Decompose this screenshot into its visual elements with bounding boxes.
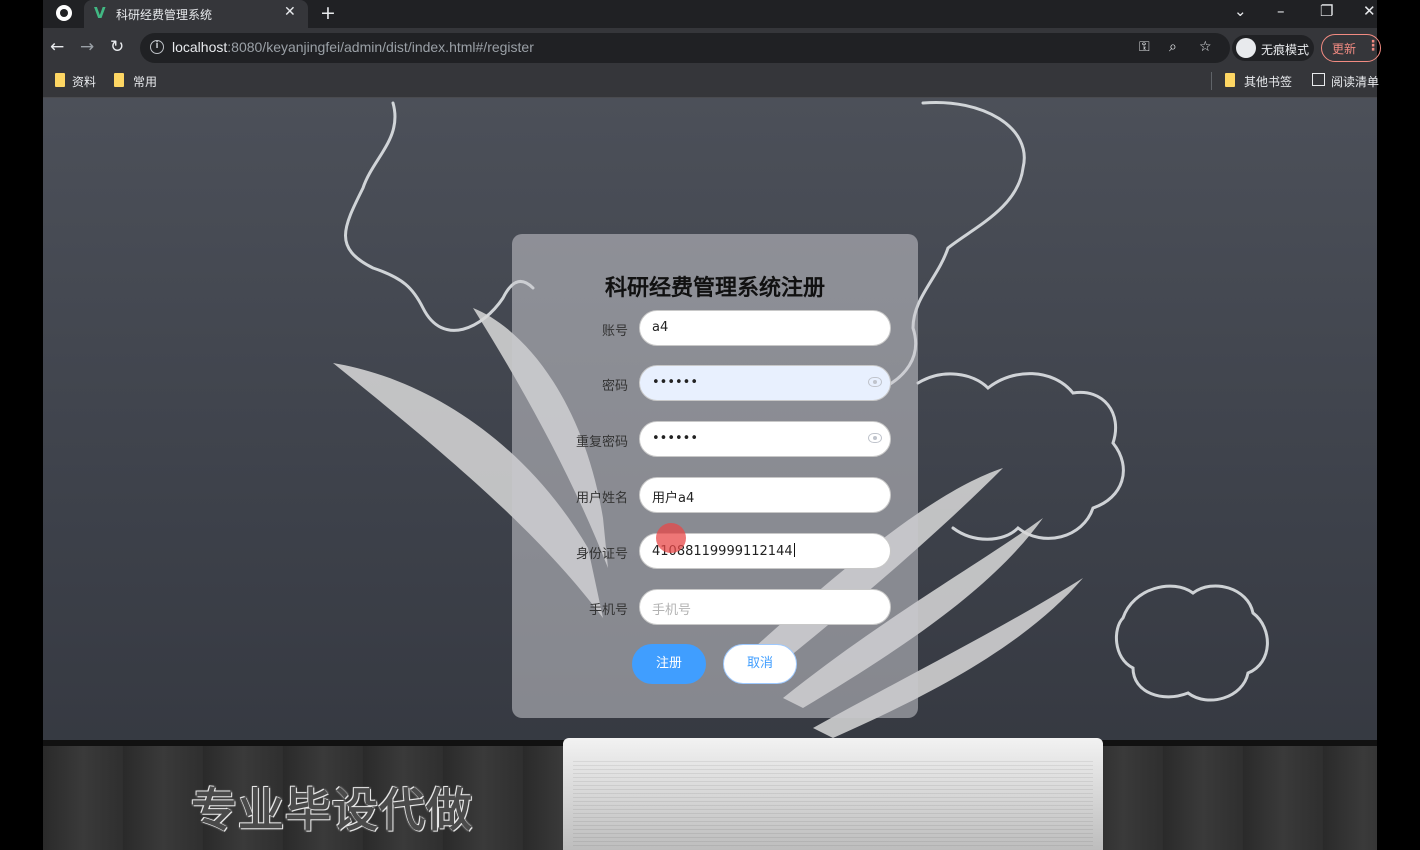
mouse-cursor-indicator (656, 523, 686, 553)
username-value: 用户a4 (652, 491, 695, 506)
bookmark-ziliao[interactable]: 资料 (72, 73, 96, 90)
password-value: •••••• (652, 375, 699, 390)
folder-icon (55, 73, 65, 87)
screen-margin-left (0, 0, 43, 850)
cancel-button[interactable]: 取消 (723, 644, 797, 684)
new-tab-button[interactable]: + (320, 2, 336, 24)
bookmark-changyong[interactable]: 常用 (133, 73, 157, 90)
reading-list[interactable]: 阅读清单 (1331, 73, 1379, 90)
phone-field[interactable]: 手机号 (639, 589, 891, 625)
back-icon[interactable]: ← (50, 37, 64, 57)
bookmark-star-icon[interactable]: ☆ (1199, 39, 1212, 55)
close-window-icon[interactable]: ✕ (1363, 2, 1376, 20)
account-label: 账号 (601, 324, 628, 339)
register-card: 科研经费管理系统注册 账号 a4 密码 •••••• 重复密码 •••••• 用… (512, 234, 918, 718)
restore-icon[interactable]: ❐ (1320, 2, 1333, 20)
password-label: 密码 (601, 379, 628, 394)
other-bookmarks[interactable]: 其他书签 (1244, 73, 1292, 90)
phone-placeholder: 手机号 (652, 603, 692, 618)
site-info-icon[interactable]: i (150, 40, 164, 54)
eye-icon[interactable] (868, 433, 882, 443)
confirm-password-field[interactable]: •••••• (639, 421, 891, 457)
username-label: 用户姓名 (575, 491, 628, 506)
watermark-text: 专业毕设代做 (191, 783, 473, 837)
key-icon[interactable]: ⚿ (1139, 39, 1150, 55)
book-page-edges (573, 758, 1093, 848)
minimize-icon[interactable]: – (1277, 2, 1285, 20)
register-button[interactable]: 注册 (632, 644, 706, 684)
eye-icon[interactable] (868, 377, 882, 387)
text-caret (793, 543, 795, 557)
folder-icon (1225, 73, 1235, 87)
browser-logo-icon[interactable] (56, 5, 72, 21)
tab-search-icon[interactable]: ⌄ (1234, 2, 1247, 20)
tab-active[interactable]: V 科研经费管理系统 ✕ (84, 0, 308, 28)
page-title: 科研经费管理系统注册 (604, 276, 825, 301)
confirm-password-label: 重复密码 (575, 435, 628, 450)
incognito-icon (1236, 38, 1256, 58)
account-field[interactable]: a4 (639, 310, 891, 346)
forward-icon[interactable]: → (80, 37, 94, 57)
page-background: 专业毕设代做 科研经费管理系统注册 账号 a4 密码 •••••• 重复密码 •… (43, 98, 1377, 850)
tab-title: 科研经费管理系统 (116, 8, 213, 22)
reload-icon[interactable]: ↻ (110, 37, 124, 57)
tab-close-icon[interactable]: ✕ (284, 4, 296, 20)
more-menu-icon[interactable]: ⋮ (1366, 38, 1380, 54)
zoom-icon[interactable]: ⌕ (1169, 39, 1177, 55)
password-field[interactable]: •••••• (639, 365, 891, 401)
reading-list-icon (1312, 73, 1325, 86)
url-text[interactable]: localhost:8080/keyanjingfei/admin/dist/i… (172, 39, 534, 55)
bookmarks-bar (43, 66, 1377, 98)
phone-label: 手机号 (588, 603, 628, 618)
update-label: 更新 (1332, 42, 1357, 56)
incognito-label: 无痕模式 (1261, 43, 1310, 57)
username-field[interactable]: 用户a4 (639, 477, 891, 513)
vue-favicon-icon: V (94, 4, 106, 22)
confirm-password-value: •••••• (652, 431, 699, 446)
id-number-label: 身份证号 (575, 547, 628, 562)
folder-icon (114, 73, 124, 87)
account-value: a4 (652, 320, 669, 335)
bookmarks-divider (1211, 72, 1212, 90)
screen-margin-right (1377, 0, 1420, 850)
